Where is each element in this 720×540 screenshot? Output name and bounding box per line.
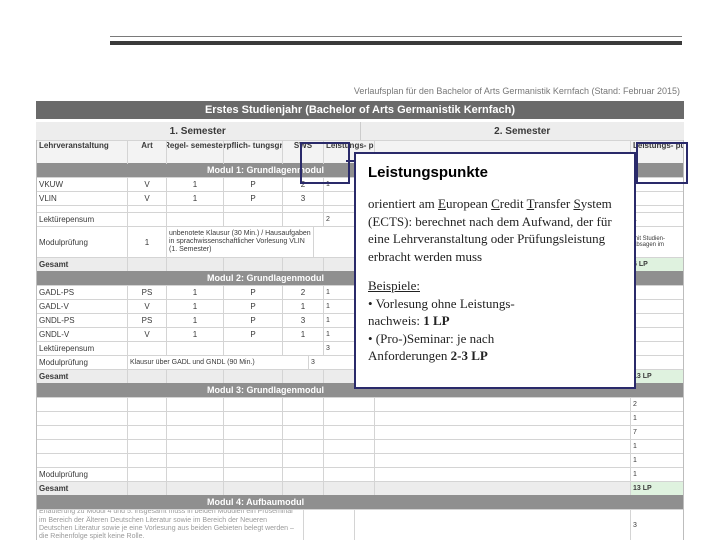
hl-left-lp: [300, 142, 350, 184]
table-row: Modulprüfung1: [37, 467, 683, 481]
callout-body: orientiert am European Credit Transfer S…: [368, 195, 622, 265]
doc-title: Verlaufsplan für den Bachelor of Arts Ge…: [354, 86, 680, 96]
table-row: 7: [37, 425, 683, 439]
table-row: Erläuterung zu Modul 4 und 5: insgesamt …: [37, 509, 683, 540]
table-row: 1: [37, 453, 683, 467]
mod4-band: Modul 4: Aufbaumodul: [37, 495, 683, 509]
table-row: 1: [37, 439, 683, 453]
col-rs: Regel- semester: [167, 140, 224, 164]
gesamt-row: Gesamt13 LP: [37, 481, 683, 495]
semester-strip: 1. Semester 2. Semester: [36, 122, 684, 140]
callout-title: Leistungspunkte: [368, 164, 622, 181]
header-rules: [110, 36, 682, 45]
table-row: 2: [37, 397, 683, 411]
year-band: Erstes Studienjahr (Bachelor of Arts Ger…: [36, 101, 684, 119]
callout-box: Leistungspunkte orientiert am European C…: [354, 152, 636, 389]
sem-2: 2. Semester: [361, 122, 685, 140]
table-row: 1: [37, 411, 683, 425]
col-lv: Lehrveranstaltung: [37, 140, 128, 164]
hl-right-lp: [636, 142, 688, 184]
col-art: Art: [128, 140, 167, 164]
col-vp: Verpflich- tungsgrad: [224, 140, 283, 164]
page: Verlaufsplan für den Bachelor of Arts Ge…: [0, 0, 720, 540]
callout-examples: Beispiele:• Vorlesung ohne Leistungs-nac…: [368, 277, 622, 365]
sem-1: 1. Semester: [36, 122, 361, 140]
